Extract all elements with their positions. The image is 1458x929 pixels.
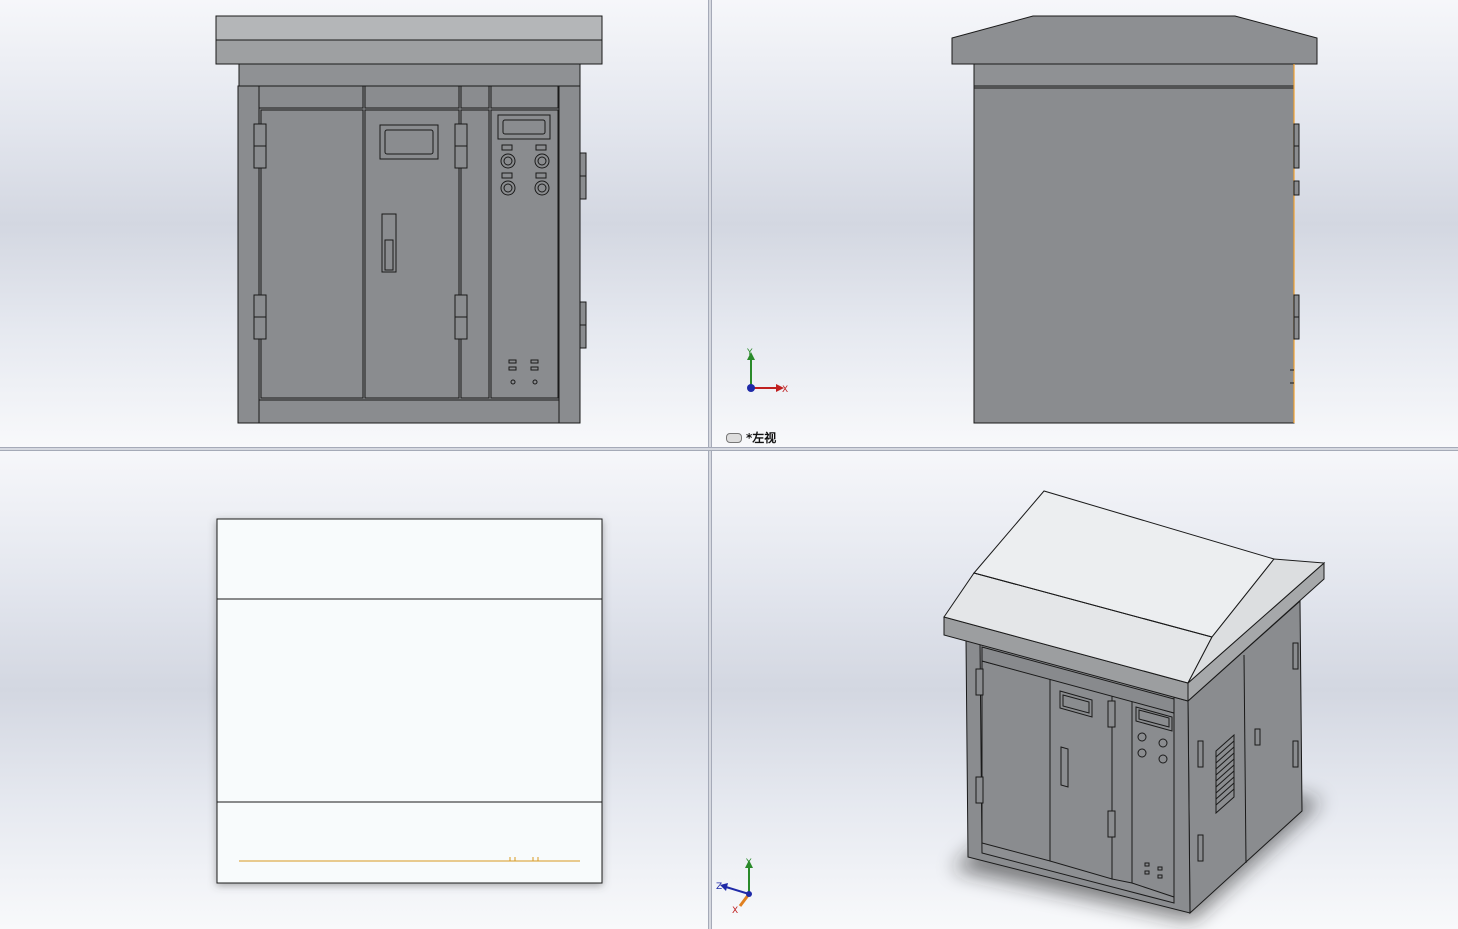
front-view-model: [215, 15, 603, 424]
coordinate-triad: Y X: [746, 348, 788, 395]
coordinate-triad: Y Z X: [716, 858, 753, 916]
isometric-view-model: Y Z X: [716, 490, 1326, 921]
axis-y-label: Y: [746, 348, 753, 358]
left-viewport[interactable]: Y X *左视: [712, 0, 1458, 448]
axis-z-label: Z: [716, 882, 722, 892]
viewport-splitter-horizontal[interactable]: [0, 447, 1458, 451]
axis-y-label: Y: [745, 858, 752, 868]
top-viewport[interactable]: [0, 451, 708, 929]
axis-x-label: X: [782, 385, 788, 395]
isometric-viewport[interactable]: Y Z X: [712, 451, 1458, 929]
view-name-text: *左视: [746, 431, 777, 445]
link-view-icon[interactable]: [726, 432, 742, 443]
top-view-model: [216, 518, 603, 884]
viewport-splitter-vertical[interactable]: [708, 0, 712, 929]
view-name-label: *左视: [726, 429, 776, 446]
left-view-model: Y X: [746, 15, 1318, 424]
front-viewport[interactable]: [0, 0, 708, 448]
axis-x-label: X: [732, 906, 738, 916]
